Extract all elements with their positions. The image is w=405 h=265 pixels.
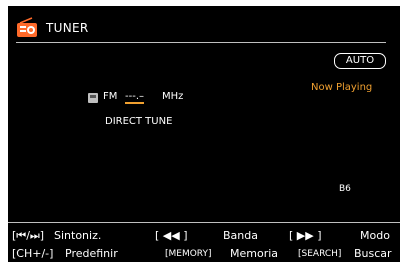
preset-key-label: Predefinir <box>65 247 118 260</box>
page-title: TUNER <box>46 21 89 35</box>
now-playing-label: Now Playing <box>311 82 373 93</box>
search-label: Buscar <box>354 247 392 260</box>
preset-key[interactable]: [CH+/-] <box>12 247 53 260</box>
search-key[interactable]: [SEARCH] <box>298 249 341 259</box>
band-icon <box>88 93 98 103</box>
auto-badge: AUTO <box>334 53 386 69</box>
band-key-label: Banda <box>223 229 258 242</box>
footer-controls: [⏮/⏭] Sintoniz. [ ◀◀ ] Banda [ ▶▶ ] Modo… <box>8 222 400 263</box>
memory-label: Memoria <box>230 247 279 260</box>
band-key[interactable]: [ ◀◀ ] <box>155 229 188 242</box>
direct-tune-label: DIRECT TUNE <box>105 116 173 127</box>
band-label: FM <box>103 91 118 102</box>
tuner-screen: TUNER AUTO Now Playing FM ---.– MHz DIRE… <box>8 6 400 262</box>
frequency-input[interactable]: ---.– <box>125 91 145 104</box>
seek-label: Sintoniz. <box>54 229 102 242</box>
radio-icon <box>17 17 37 37</box>
preset-label: B6 <box>339 184 351 194</box>
header: TUNER <box>16 15 386 43</box>
seek-key[interactable]: [⏮/⏭] <box>12 229 44 243</box>
frequency-unit: MHz <box>162 91 184 102</box>
mode-key[interactable]: [ ▶▶ ] <box>289 229 322 242</box>
memory-key[interactable]: [MEMORY] <box>165 249 212 259</box>
mode-label: Modo <box>360 229 390 242</box>
